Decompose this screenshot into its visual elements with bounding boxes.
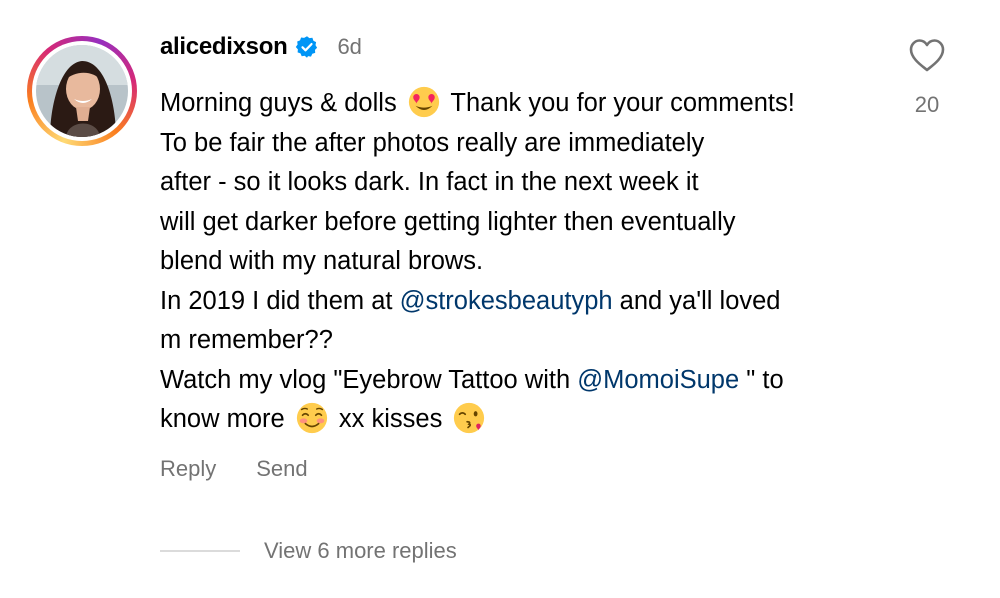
replies-divider xyxy=(160,550,240,552)
view-replies[interactable]: View 6 more replies xyxy=(160,538,457,564)
comment-container: alicedixson 6d Morning guys & dolls Than… xyxy=(0,0,1000,598)
smiling-face-with-heart-eyes-emoji xyxy=(408,86,439,118)
comment-text-segment: and ya'll loved xyxy=(612,286,781,315)
comment-line: In 2019 I did them at @strokesbeautyph a… xyxy=(160,282,890,322)
avatar[interactable] xyxy=(36,45,128,137)
comment-line: To be fair the after photos really are i… xyxy=(160,128,705,157)
mention-link[interactable]: @MomoiSupe xyxy=(577,366,739,394)
comment-line: m remember?? xyxy=(160,326,333,354)
comment-text-segment: " to xyxy=(739,365,784,394)
comment-line: blend with my natural brows. xyxy=(160,247,484,275)
comment-line: after - so it looks dark. In fact in the… xyxy=(160,168,699,196)
reply-button[interactable]: Reply xyxy=(160,456,216,482)
comment-header: alicedixson 6d xyxy=(160,30,362,64)
comment-text-segment: xx kisses xyxy=(331,405,450,433)
verified-badge-icon xyxy=(296,36,318,58)
view-replies-label[interactable]: View 6 more replies xyxy=(264,538,457,564)
comment-text-segment: Watch my vlog "Eyebrow Tattoo with xyxy=(160,365,578,394)
comment-actions: Reply Send xyxy=(160,456,308,482)
comment-text-segment: In 2019 I did them at xyxy=(160,286,400,315)
comment-line: know more xx kisses xyxy=(160,400,890,440)
send-button[interactable]: Send xyxy=(256,456,307,482)
comment-line: Morning guys & dolls Thank you for your … xyxy=(160,84,890,124)
comment-text-segment: Thank you for your comments! xyxy=(443,89,795,117)
comment-text-segment: know more xyxy=(160,405,292,433)
smiling-face-with-smiling-eyes-emoji xyxy=(296,402,327,434)
face-blowing-a-kiss-emoji xyxy=(454,402,485,434)
like-count: 20 xyxy=(914,92,940,117)
avatar-story-ring[interactable] xyxy=(27,36,137,146)
username[interactable]: alicedixson xyxy=(160,33,288,61)
mention-link[interactable]: @strokesbeautyph xyxy=(400,287,613,315)
comment-timestamp: 6d xyxy=(337,34,362,59)
comment-line: will get darker before getting lighter t… xyxy=(160,207,736,236)
avatar-ring-gap xyxy=(32,41,132,141)
comment-text: Morning guys & dolls Thank you for your … xyxy=(160,84,890,440)
comment-line: Watch my vlog "Eyebrow Tattoo with @Momo… xyxy=(160,361,890,401)
heart-icon[interactable] xyxy=(907,37,947,73)
comment-text-segment: Morning guys & dolls xyxy=(160,89,404,117)
